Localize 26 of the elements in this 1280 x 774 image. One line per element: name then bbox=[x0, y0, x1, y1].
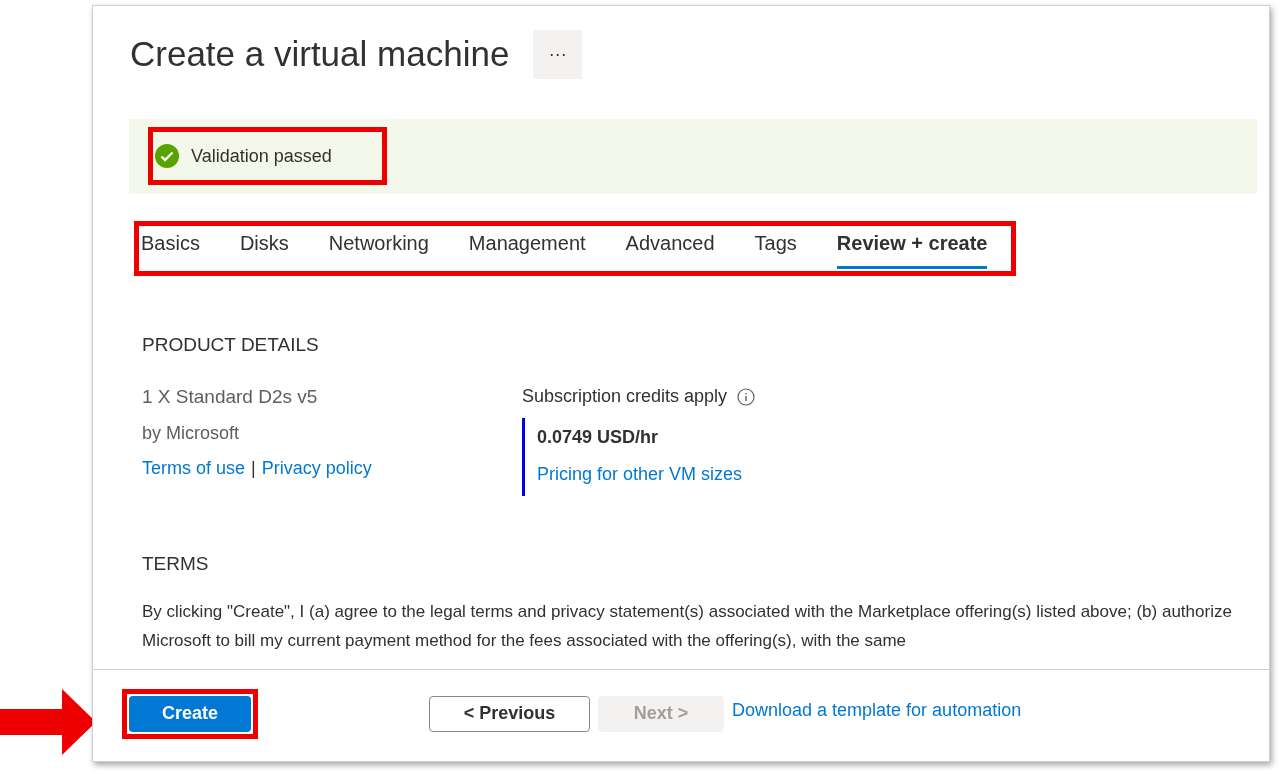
publisher-text: by Microsoft bbox=[142, 421, 241, 445]
product-name: 1 X Standard D2s v5 bbox=[142, 385, 319, 409]
credits-label: Subscription credits apply bbox=[522, 385, 728, 408]
price-text: 0.0749 USD/hr bbox=[537, 426, 660, 449]
validation-message: Validation passed bbox=[191, 144, 332, 168]
tab[interactable]: Review + create bbox=[836, 227, 988, 269]
link-separator: | bbox=[251, 456, 256, 480]
create-button[interactable]: Create bbox=[129, 695, 251, 732]
tab[interactable]: Advanced bbox=[625, 227, 715, 269]
privacy-link[interactable]: Privacy policy bbox=[261, 454, 372, 482]
tab[interactable]: Disks bbox=[239, 227, 289, 269]
section-heading: TERMS bbox=[142, 552, 210, 576]
tab[interactable]: Management bbox=[468, 227, 586, 269]
download-template-link[interactable]: Download a template for automation bbox=[732, 697, 1022, 724]
page-title: Create a virtual machine bbox=[130, 33, 510, 75]
check-circle-icon bbox=[155, 144, 179, 168]
info-icon[interactable] bbox=[737, 387, 756, 406]
pricing-link[interactable]: Pricing for other VM sizes bbox=[537, 461, 756, 488]
terms-paragraph: By clicking "Create", I (a) agree to the legal terms and privacy statement(s) associated with the Marketplace offering(s) listed above; (b) authorize Microsoft to bill my current payment method for the fees associated with the offering(s), with the same bbox=[142, 600, 1233, 652]
previous-button[interactable]: < Previous bbox=[429, 695, 590, 732]
tab[interactable]: Tags bbox=[754, 227, 797, 269]
terms-link[interactable]: Terms of use bbox=[142, 454, 246, 482]
more-button[interactable]: ··· bbox=[533, 29, 583, 79]
section-heading: PRODUCT DETAILS bbox=[142, 332, 320, 357]
tab[interactable]: Networking bbox=[328, 227, 429, 269]
tab[interactable]: Basics bbox=[141, 227, 200, 269]
